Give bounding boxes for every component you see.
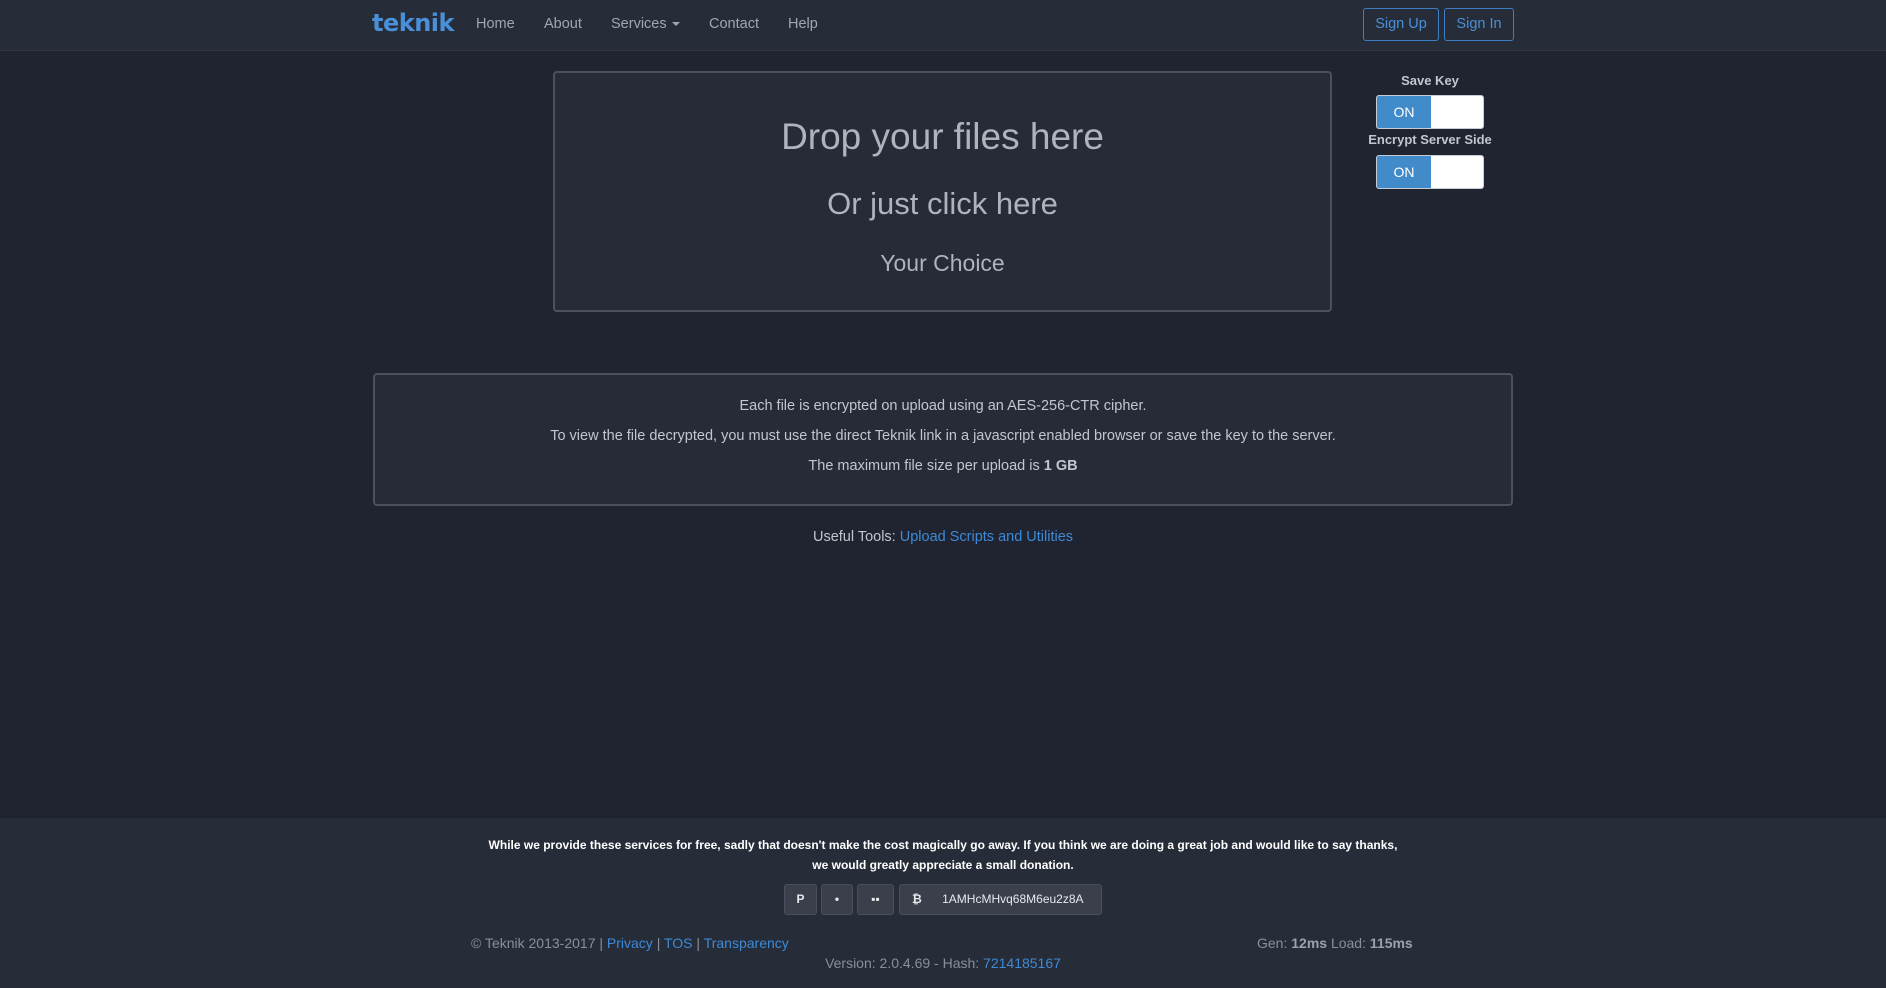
bitcoin-icon: ₿ — [912, 892, 922, 906]
encrypt-server-side-toggle-on: ON — [1377, 156, 1431, 188]
load-value: 115ms — [1369, 935, 1413, 951]
brand-logo[interactable]: teknik — [372, 9, 454, 37]
donation-message: While we provide these services for free… — [488, 838, 1398, 872]
bitcoin-button[interactable]: ₿ 1AMHcMHvq68M6eu2z8A — [899, 884, 1102, 915]
separator: | — [696, 935, 701, 951]
save-key-toggle[interactable]: ON — [1376, 95, 1484, 129]
nav-services[interactable]: Services — [611, 16, 680, 32]
patreon-icon: ▪▪ — [871, 892, 880, 906]
nav-help[interactable]: Help — [788, 16, 818, 32]
max-size-label: The maximum file size per upload is — [808, 458, 1040, 474]
nav-home[interactable]: Home — [476, 16, 515, 32]
nav-services-label: Services — [611, 16, 667, 32]
info-line-decrypt: To view the file decrypted, you must use… — [550, 428, 1336, 444]
info-line-max-size: The maximum file size per upload is 1 GB — [375, 458, 1511, 474]
transparency-link[interactable]: Transparency — [704, 935, 789, 951]
load-label: Load: — [1330, 935, 1366, 951]
sign-up-button[interactable]: Sign Up — [1363, 8, 1439, 41]
paypal-button[interactable]: P — [784, 884, 817, 915]
paypal-icon: P — [796, 892, 805, 906]
max-size-value: 1 GB — [1043, 458, 1078, 474]
nav-contact[interactable]: Contact — [709, 16, 759, 32]
version-info: Version: 2.0.4.69 - Hash: 7214185167 — [0, 955, 1886, 971]
info-line-cipher: Each file is encrypted on upload using a… — [739, 398, 1147, 414]
hash-link[interactable]: 7214185167 — [983, 955, 1061, 971]
dropzone-choice: Your Choice — [880, 250, 1005, 276]
separator: | — [656, 935, 661, 951]
copyright-text: © Teknik 2013-2017 — [471, 935, 596, 951]
flattr-button[interactable]: • — [821, 884, 853, 915]
footer-links: © Teknik 2013-2017 | Privacy | TOS | Tra… — [471, 935, 789, 951]
encryption-info-box: Each file is encrypted on upload using a… — [373, 373, 1513, 506]
flattr-icon: • — [834, 892, 840, 906]
privacy-link[interactable]: Privacy — [607, 935, 653, 951]
nav-about[interactable]: About — [544, 16, 582, 32]
sign-in-button[interactable]: Sign In — [1444, 8, 1514, 41]
patreon-button[interactable]: ▪▪ — [857, 884, 894, 915]
footer: While we provide these services for free… — [0, 818, 1886, 988]
upload-scripts-link[interactable]: Upload Scripts and Utilities — [900, 529, 1073, 545]
dropzone-title: Drop your files here — [781, 116, 1104, 157]
save-key-label: Save Key — [1401, 73, 1459, 88]
dropzone-subtitle: Or just click here — [827, 186, 1058, 221]
encrypt-server-side-toggle[interactable]: ON — [1376, 155, 1484, 189]
separator: | — [599, 935, 604, 951]
encrypt-server-side-label: Encrypt Server Side — [1368, 132, 1492, 147]
useful-tools: Useful Tools: Upload Scripts and Utiliti… — [0, 529, 1886, 545]
tos-link[interactable]: TOS — [664, 935, 693, 951]
gen-label: Gen: — [1257, 935, 1288, 951]
bitcoin-address: 1AMHcMHvq68M6eu2z8A — [942, 892, 1084, 906]
file-dropzone[interactable]: Drop your files here Or just click here … — [553, 71, 1332, 312]
navbar: teknik Home About Services Contact Help … — [0, 0, 1886, 51]
save-key-toggle-on: ON — [1377, 96, 1431, 128]
page-stats: Gen: 12ms Load: 115ms — [1257, 935, 1413, 951]
caret-down-icon — [671, 22, 680, 27]
gen-value: 12ms — [1291, 935, 1328, 951]
useful-tools-label: Useful Tools: — [812, 529, 896, 545]
version-label: Version: 2.0.4.69 - Hash: — [825, 955, 980, 971]
